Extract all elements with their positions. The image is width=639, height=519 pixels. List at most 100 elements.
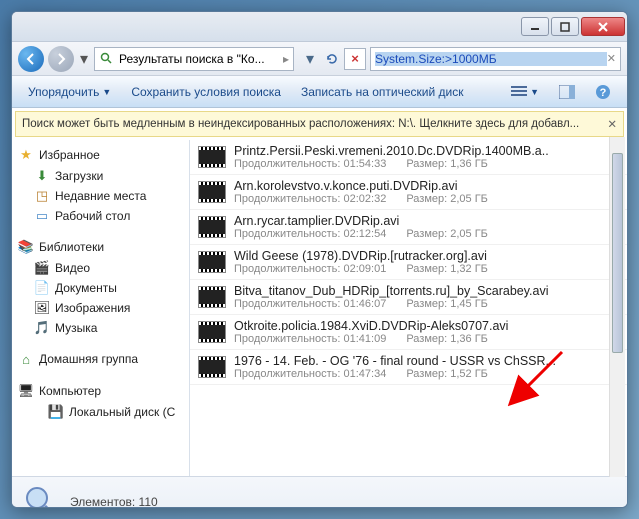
desktop-icon: ▭ <box>34 208 50 224</box>
history-dropdown[interactable]: ▾ <box>78 46 90 72</box>
sidebar-item-pictures[interactable]: 🖼Изображения <box>12 298 189 318</box>
back-button[interactable] <box>18 46 44 72</box>
sidebar-item-music[interactable]: 🎵Музыка <box>12 318 189 338</box>
video-thumbnail <box>198 356 226 378</box>
preview-pane-button[interactable] <box>551 82 583 102</box>
sidebar-item-video[interactable]: 🎬Видео <box>12 258 189 278</box>
search-folder-icon <box>99 51 115 67</box>
file-name: Printz.Persii.Peski.vremeni.2010.Dc.DVDR… <box>234 144 619 158</box>
maximize-button[interactable] <box>551 17 579 36</box>
video-thumbnail <box>198 286 226 308</box>
file-item[interactable]: Wild Geese (1978).DVDRip.[rutracker.org]… <box>190 245 627 280</box>
computer-header[interactable]: 🖥Компьютер <box>12 380 189 402</box>
chevron-right-icon: ▸ <box>283 52 289 66</box>
view-options-button[interactable]: ▼ <box>503 82 547 102</box>
video-thumbnail <box>198 216 226 238</box>
file-duration: Продолжительность: 02:02:32 <box>234 193 386 205</box>
titlebar[interactable] <box>12 12 627 42</box>
close-button[interactable] <box>581 17 625 36</box>
file-size: Размер: 2,05 ГБ <box>406 228 488 240</box>
status-label: Элементов: <box>70 495 135 509</box>
video-thumbnail <box>198 321 226 343</box>
file-name: Arn.rycar.tamplier.DVDRip.avi <box>234 214 619 228</box>
info-bar[interactable]: Поиск может быть медленным в неиндексиро… <box>15 111 624 137</box>
downloads-icon: ⬇ <box>34 168 50 184</box>
homegroup-header[interactable]: ⌂Домашняя группа <box>12 348 189 370</box>
file-item[interactable]: Printz.Persii.Peski.vremeni.2010.Dc.DVDR… <box>190 140 627 175</box>
disk-icon: 💾 <box>48 404 64 420</box>
star-icon: ★ <box>18 147 34 163</box>
file-duration: Продолжительность: 02:12:54 <box>234 228 386 240</box>
file-duration: Продолжительность: 01:54:33 <box>234 158 386 170</box>
file-duration: Продолжительность: 02:09:01 <box>234 263 386 275</box>
sidebar-item-local-disk[interactable]: 💾Локальный диск (C <box>12 402 189 422</box>
file-size: Размер: 1,45 ГБ <box>406 298 488 310</box>
forward-button[interactable] <box>48 46 74 72</box>
refresh-button[interactable] <box>322 48 342 70</box>
stop-search-button[interactable]: × <box>344 48 366 70</box>
file-name: 1976 - 14. Feb. - OG '76 - final round -… <box>234 354 619 368</box>
file-name: Bitva_titanov_Dub_HDRip_[torrents.ru]_by… <box>234 284 619 298</box>
sidebar-item-documents[interactable]: 📄Документы <box>12 278 189 298</box>
sidebar-item-desktop[interactable]: ▭Рабочий стол <box>12 206 189 226</box>
content-area: ★Избранное ⬇Загрузки ◳Недавние места ▭Ра… <box>12 140 627 476</box>
recent-icon: ◳ <box>34 188 50 204</box>
video-thumbnail <box>198 181 226 203</box>
svg-text:?: ? <box>600 87 607 99</box>
file-size: Размер: 1,36 ГБ <box>406 333 488 345</box>
pictures-icon: 🖼 <box>34 300 50 316</box>
search-input[interactable] <box>375 52 607 66</box>
status-count: 110 <box>139 495 158 509</box>
file-name: Otkroite.policia.1984.XviD.DVDRip-Aleks0… <box>234 319 619 333</box>
file-item[interactable]: 1976 - 14. Feb. - OG '76 - final round -… <box>190 350 627 385</box>
sidebar-item-recent[interactable]: ◳Недавние места <box>12 186 189 206</box>
burn-button[interactable]: Записать на оптический диск <box>293 82 472 102</box>
file-size: Размер: 1,36 ГБ <box>406 158 488 170</box>
file-item[interactable]: Arn.korolevstvo.v.konce.puti.DVDRip.avi … <box>190 175 627 210</box>
libraries-icon: 📚 <box>18 239 34 255</box>
nav-bar: ▾ Результаты поиска в "Ко... ▸ ▾ × ✕ <box>12 42 627 76</box>
video-thumbnail <box>198 251 226 273</box>
file-item[interactable]: Bitva_titanov_Dub_HDRip_[torrents.ru]_by… <box>190 280 627 315</box>
info-text: Поиск может быть медленным в неиндексиро… <box>22 118 579 130</box>
pane-icon <box>559 85 575 99</box>
video-icon: 🎬 <box>34 260 50 276</box>
details-pane: Элементов: 110 <box>12 476 627 508</box>
help-button[interactable]: ? <box>587 81 619 103</box>
sidebar-item-downloads[interactable]: ⬇Загрузки <box>12 166 189 186</box>
search-box[interactable]: ✕ <box>370 47 621 71</box>
scrollbar[interactable] <box>609 137 625 477</box>
scrollbar-thumb[interactable] <box>612 153 623 353</box>
file-duration: Продолжительность: 01:41:09 <box>234 333 386 345</box>
file-name: Wild Geese (1978).DVDRip.[rutracker.org]… <box>234 249 619 263</box>
file-size: Размер: 2,05 ГБ <box>406 193 488 205</box>
infobar-close-icon[interactable]: ✕ <box>607 117 617 131</box>
explorer-window: ▾ Результаты поиска в "Ко... ▸ ▾ × ✕ Упо… <box>11 11 628 508</box>
save-search-button[interactable]: Сохранить условия поиска <box>123 82 289 102</box>
documents-icon: 📄 <box>34 280 50 296</box>
view-icon <box>511 85 527 99</box>
address-dropdown[interactable]: ▾ <box>300 48 320 70</box>
file-size: Размер: 1,52 ГБ <box>406 368 488 380</box>
video-thumbnail <box>198 146 226 168</box>
file-item[interactable]: Arn.rycar.tamplier.DVDRip.avi Продолжите… <box>190 210 627 245</box>
help-icon: ? <box>595 84 611 100</box>
file-duration: Продолжительность: 01:47:34 <box>234 368 386 380</box>
music-icon: 🎵 <box>34 320 50 336</box>
file-duration: Продолжительность: 01:46:07 <box>234 298 386 310</box>
command-bar: Упорядочить▼ Сохранить условия поиска За… <box>12 76 627 108</box>
file-name: Arn.korolevstvo.v.konce.puti.DVDRip.avi <box>234 179 619 193</box>
favorites-header[interactable]: ★Избранное <box>12 144 189 166</box>
minimize-button[interactable] <box>521 17 549 36</box>
address-bar[interactable]: Результаты поиска в "Ко... ▸ <box>94 47 294 71</box>
homegroup-icon: ⌂ <box>18 351 34 367</box>
address-text: Результаты поиска в "Ко... <box>119 52 283 66</box>
results-list: Printz.Persii.Peski.vremeni.2010.Dc.DVDR… <box>190 140 627 476</box>
file-item[interactable]: Otkroite.policia.1984.XviD.DVDRip-Aleks0… <box>190 315 627 350</box>
libraries-header[interactable]: 📚Библиотеки <box>12 236 189 258</box>
navigation-pane: ★Избранное ⬇Загрузки ◳Недавние места ▭Ра… <box>12 140 190 476</box>
clear-search-icon[interactable]: ✕ <box>607 52 616 65</box>
organize-button[interactable]: Упорядочить▼ <box>20 82 119 102</box>
magnifier-icon <box>22 483 60 509</box>
file-size: Размер: 1,32 ГБ <box>406 263 488 275</box>
